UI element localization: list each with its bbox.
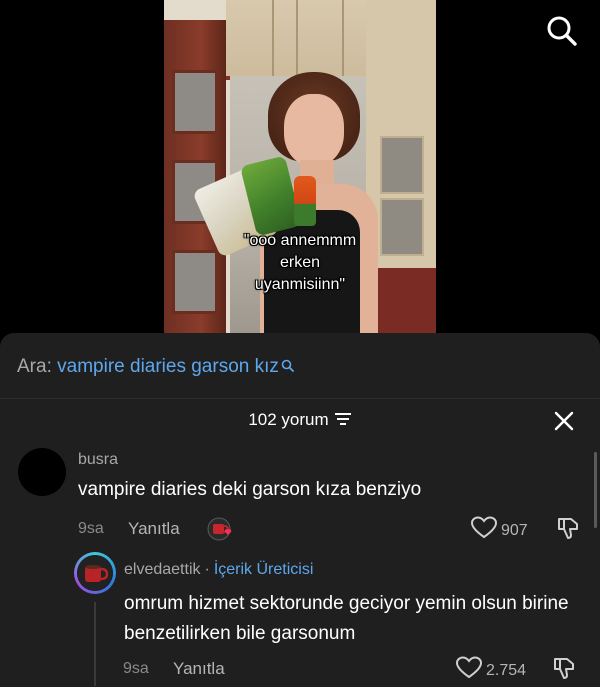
creator-badge: İçerik Üreticisi <box>213 561 314 578</box>
creator-reaction-icon <box>207 516 235 542</box>
like-count: 907 <box>501 521 528 539</box>
avatar[interactable] <box>18 448 66 496</box>
reply-thread-line <box>94 602 96 686</box>
mug-icon <box>77 555 113 591</box>
heart-icon <box>470 516 498 545</box>
close-icon[interactable] <box>552 409 576 433</box>
avatar[interactable] <box>74 552 116 594</box>
video-caption-line: "ooo annemmm <box>243 232 357 249</box>
comment-text: vampire diaries deki garson kıza benziyo <box>78 479 422 500</box>
search-small-icon <box>281 356 294 378</box>
video-player[interactable]: "ooo annemmm erken uyanmisiinn" <box>0 0 600 340</box>
dislike-icon[interactable] <box>552 656 576 680</box>
scrollbar[interactable] <box>594 452 597 528</box>
reply-time: 9sa <box>123 660 149 677</box>
reply-text: omrum hizmet sektorunde geciyor yemin ol… <box>124 593 569 644</box>
search-prefix: Ara: <box>17 356 52 377</box>
search-icon[interactable] <box>543 12 581 50</box>
video-caption: "ooo annemmm erken uyanmisiinn" <box>164 230 436 296</box>
dislike-icon[interactable] <box>556 516 580 540</box>
heart-icon <box>455 656 483 685</box>
separator: · <box>204 561 210 578</box>
divider <box>0 398 600 399</box>
reply-header: elvedaettik · İçerik Üreticisi <box>124 561 313 579</box>
search-query-link[interactable]: vampire diaries garson kız <box>57 356 279 377</box>
video-frame[interactable]: "ooo annemmm erken uyanmisiinn" <box>164 0 436 340</box>
like-button[interactable]: 2.754 <box>455 656 527 685</box>
like-count: 2.754 <box>486 661 527 679</box>
comment-count: 102 yorum <box>248 410 329 429</box>
comment-username[interactable]: busra <box>78 451 118 469</box>
comments-header: 102 yorum <box>0 410 600 431</box>
reply-button[interactable]: Yanıtla <box>128 519 180 539</box>
video-scene-bottle <box>294 176 316 226</box>
like-button[interactable]: 907 <box>470 516 528 545</box>
video-scene-cabinet <box>226 0 366 80</box>
video-scene-person-face <box>284 94 344 166</box>
video-caption-line: erken <box>279 254 321 271</box>
reply-username[interactable]: elvedaettik <box>124 561 201 578</box>
search-suggestion[interactable]: Ara: vampire diaries garson kız <box>17 356 294 378</box>
comment-time: 9sa <box>78 520 104 537</box>
filter-icon[interactable] <box>334 411 352 431</box>
video-caption-line: uyanmisiinn" <box>254 276 346 293</box>
reply-button[interactable]: Yanıtla <box>173 659 225 679</box>
